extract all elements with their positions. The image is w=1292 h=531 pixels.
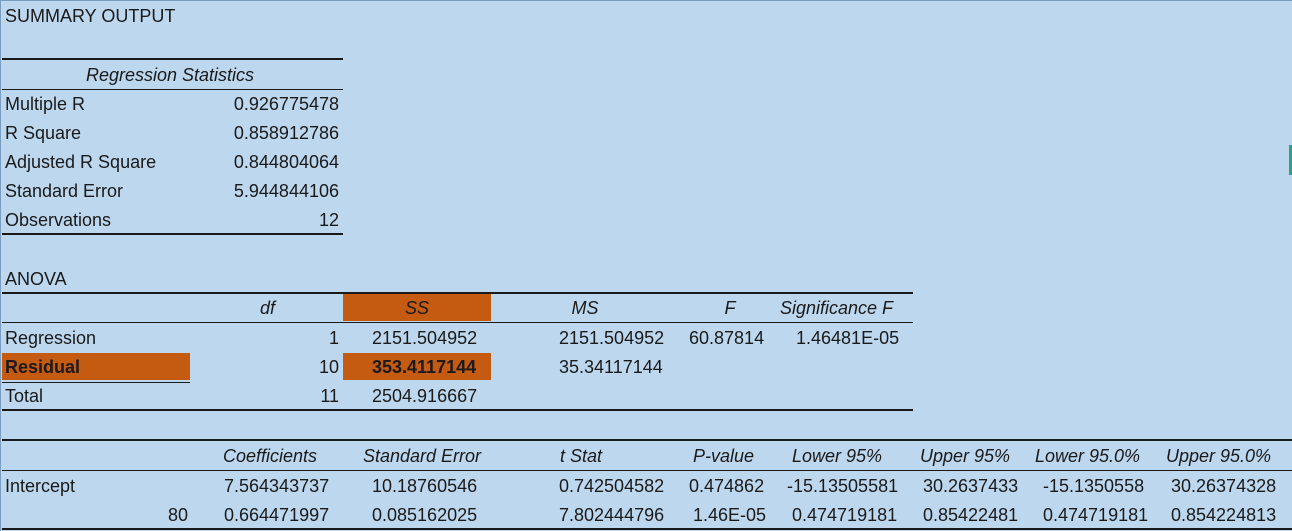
anova-label-total[interactable]: Total	[5, 383, 43, 409]
regstats-value-observations[interactable]: 12	[210, 207, 339, 233]
coef-80-upper-95[interactable]: 0.85422481	[923, 502, 1018, 528]
regstats-value-standard-error[interactable]: 5.944844106	[210, 178, 339, 204]
regstats-header[interactable]: Regression Statistics	[2, 62, 338, 88]
coef-80-t-stat[interactable]: 7.802444796	[559, 502, 664, 528]
coef-top-rule	[2, 439, 1292, 441]
coef-header-coefficients[interactable]: Coefficients	[190, 443, 317, 469]
coef-intercept-coefficient[interactable]: 7.564343737	[224, 473, 329, 499]
spreadsheet-sheet: SUMMARY OUTPUT Regression Statistics Mul…	[0, 0, 1292, 531]
regstats-label-multiple-r[interactable]: Multiple R	[5, 91, 85, 117]
regstats-label-standard-error[interactable]: Standard Error	[5, 178, 123, 204]
coef-80-coefficient[interactable]: 0.664471997	[224, 502, 329, 528]
coef-80-lower-95[interactable]: 0.474719181	[792, 502, 897, 528]
coef-80-upper-95-0[interactable]: 0.854224813	[1171, 502, 1276, 528]
regstats-label-observations[interactable]: Observations	[5, 207, 111, 233]
coef-header-lower-95[interactable]: Lower 95%	[792, 443, 882, 469]
sheet-top-border	[0, 0, 1292, 1]
anova-bottom-rule	[2, 409, 913, 411]
coef-bottom-rule	[2, 528, 1292, 530]
anova-regression-ss[interactable]: 2151.504952	[372, 325, 477, 351]
coef-header-standard-error[interactable]: Standard Error	[330, 443, 481, 469]
anova-header-ss[interactable]: SS	[343, 295, 491, 321]
anova-header-df[interactable]: df	[200, 295, 275, 321]
anova-regression-significance-f[interactable]: 1.46481E-05	[796, 325, 899, 351]
coef-intercept-p-value[interactable]: 0.474862	[689, 473, 764, 499]
coef-80-p-value[interactable]: 1.46E-05	[693, 502, 766, 528]
regstats-value-multiple-r[interactable]: 0.926775478	[210, 91, 339, 117]
coef-header-upper-95[interactable]: Upper 95%	[920, 443, 1010, 469]
regstats-value-adjusted-r-square[interactable]: 0.844804064	[210, 149, 339, 175]
anova-label-residual[interactable]: Residual	[5, 354, 80, 380]
anova-header-ms[interactable]: MS	[500, 295, 670, 321]
coef-intercept-lower-95[interactable]: -15.13505581	[787, 473, 898, 499]
anova-title[interactable]: ANOVA	[5, 266, 67, 292]
coef-header-t-stat[interactable]: t Stat	[560, 443, 602, 469]
coef-intercept-lower-95-0[interactable]: -15.1350558	[1043, 473, 1144, 499]
coef-intercept-upper-95-0[interactable]: 30.26374328	[1171, 473, 1276, 499]
sheet-left-border	[0, 0, 1, 531]
coef-header-upper-95-0[interactable]: Upper 95.0%	[1166, 443, 1271, 469]
coef-header-rule	[2, 470, 1292, 471]
anova-total-df[interactable]: 11	[260, 383, 339, 409]
coef-header-p-value[interactable]: P-value	[693, 443, 754, 469]
anova-header-significance-f[interactable]: Significance F	[780, 295, 893, 321]
coef-label-intercept[interactable]: Intercept	[5, 473, 75, 499]
regstats-top-rule	[2, 58, 343, 60]
anova-regression-ms[interactable]: 2151.504952	[559, 325, 664, 351]
regstats-header-rule	[2, 89, 343, 90]
anova-residual-ss[interactable]: 353.4117144	[372, 354, 476, 380]
anova-label-regression[interactable]: Regression	[5, 325, 96, 351]
anova-residual-ms[interactable]: 35.34117144	[559, 354, 663, 380]
anova-total-ss[interactable]: 2504.916667	[372, 383, 477, 409]
regstats-value-r-square[interactable]: 0.858912786	[210, 120, 339, 146]
coef-80-standard-error[interactable]: 0.085162025	[372, 502, 477, 528]
coef-intercept-upper-95[interactable]: 30.2637433	[923, 473, 1018, 499]
coef-intercept-standard-error[interactable]: 10.18760546	[372, 473, 477, 499]
anova-residual-df[interactable]: 10	[260, 354, 339, 380]
summary-title[interactable]: SUMMARY OUTPUT	[5, 3, 175, 29]
anova-header-rule	[2, 322, 913, 323]
regstats-bottom-rule	[2, 233, 343, 235]
coef-header-lower-95-0[interactable]: Lower 95.0%	[1035, 443, 1140, 469]
regstats-label-r-square[interactable]: R Square	[5, 120, 81, 146]
coef-intercept-t-stat[interactable]: 0.742504582	[559, 473, 664, 499]
anova-regression-df[interactable]: 1	[260, 325, 339, 351]
regstats-label-adjusted-r-square[interactable]: Adjusted R Square	[5, 149, 156, 175]
coef-label-80[interactable]: 80	[120, 502, 188, 528]
anova-regression-f[interactable]: 60.87814	[689, 325, 764, 351]
anova-header-f[interactable]: F	[680, 295, 780, 321]
coef-80-lower-95-0[interactable]: 0.474719181	[1043, 502, 1148, 528]
